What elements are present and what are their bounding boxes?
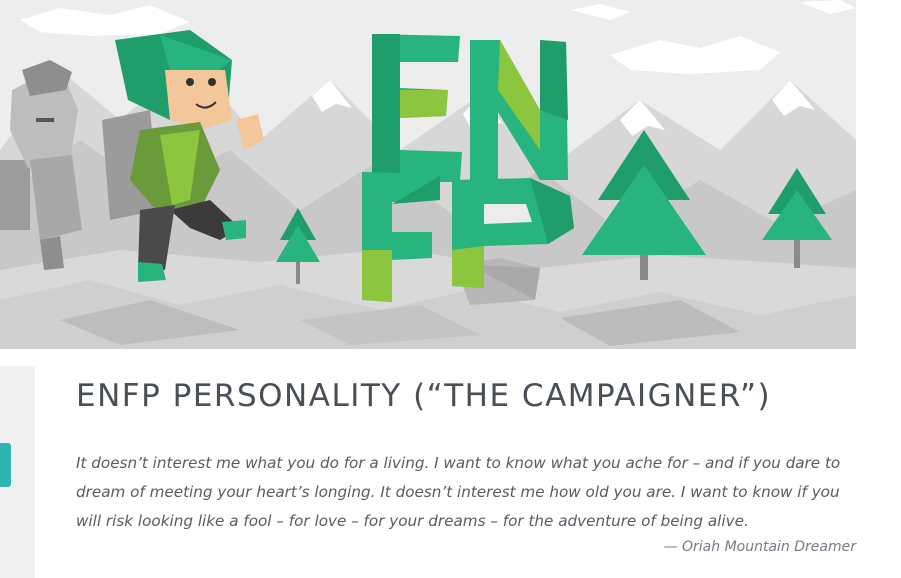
sidebar-toggle-tab[interactable] (0, 443, 11, 487)
quote-attribution: — Oriah Mountain Dreamer (663, 539, 856, 555)
hero-artwork (0, 0, 856, 349)
hero-illustration (0, 0, 856, 349)
page-title: ENFP PERSONALITY (“THE CAMPAIGNER”) (76, 378, 772, 414)
intro-quote: It doesn’t interest me what you do for a… (76, 454, 841, 530)
